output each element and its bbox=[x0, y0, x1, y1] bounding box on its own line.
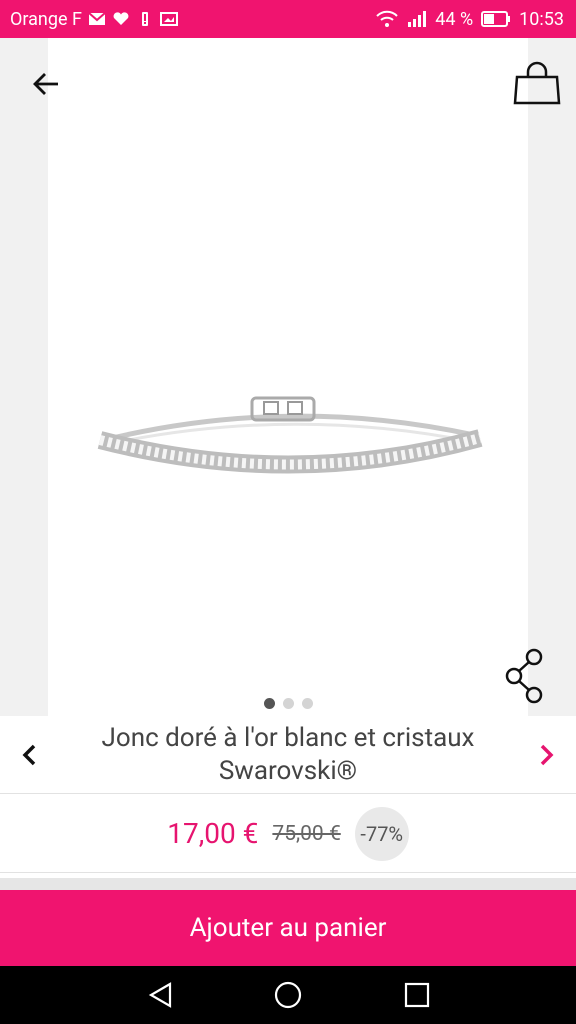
chevron-right-icon bbox=[540, 744, 554, 766]
shopping-bag-icon bbox=[513, 61, 561, 105]
discount-badge: -77% bbox=[354, 806, 409, 861]
nav-back-icon[interactable] bbox=[146, 980, 176, 1010]
status-bar: Orange F 44 % 10:53 bbox=[0, 0, 576, 38]
battery-icon bbox=[481, 11, 511, 27]
battery-percent: 44 % bbox=[435, 8, 474, 30]
pagination-dot[interactable] bbox=[301, 698, 313, 709]
bangle-bracelet-image[interactable] bbox=[94, 390, 484, 490]
arrow-back-icon bbox=[33, 73, 58, 95]
price-bar: 17,00 € 75,00 € -77% bbox=[0, 795, 576, 873]
mail-icon bbox=[88, 12, 106, 25]
bangle-body bbox=[97, 396, 483, 474]
product-title-bar: Jonc doré à l'or blanc et cristaux Swaro… bbox=[0, 716, 576, 794]
gallery-image-frame bbox=[48, 38, 528, 716]
product-title: Jonc doré à l'or blanc et cristaux Swaro… bbox=[101, 723, 475, 786]
current-price: 17,00 € bbox=[167, 817, 259, 850]
divider bbox=[0, 878, 576, 890]
gallery-icon bbox=[159, 12, 178, 26]
alert-icon bbox=[141, 12, 148, 26]
app-bar bbox=[0, 38, 576, 128]
next-product-button[interactable] bbox=[532, 738, 562, 772]
gallery-pagination bbox=[0, 698, 576, 714]
signal-icon bbox=[408, 11, 427, 27]
add-to-cart-button[interactable]: Ajouter au panier bbox=[0, 890, 576, 966]
system-navigation-bar bbox=[0, 966, 576, 1024]
wifi-icon bbox=[376, 10, 398, 27]
previous-product-button[interactable] bbox=[14, 738, 44, 772]
back-button[interactable] bbox=[26, 64, 66, 104]
carrier-label: Orange F bbox=[10, 8, 82, 30]
pagination-dot[interactable] bbox=[263, 698, 275, 709]
pagination-dot[interactable] bbox=[282, 698, 294, 709]
chevron-left-icon bbox=[22, 744, 36, 766]
nav-home-icon[interactable] bbox=[273, 980, 303, 1010]
cart-button[interactable] bbox=[512, 56, 562, 110]
product-gallery[interactable] bbox=[0, 38, 576, 716]
heart-icon bbox=[113, 12, 129, 25]
nav-recents-icon[interactable] bbox=[402, 980, 432, 1010]
clock: 10:53 bbox=[519, 8, 564, 30]
original-price: 75,00 € bbox=[272, 821, 341, 846]
